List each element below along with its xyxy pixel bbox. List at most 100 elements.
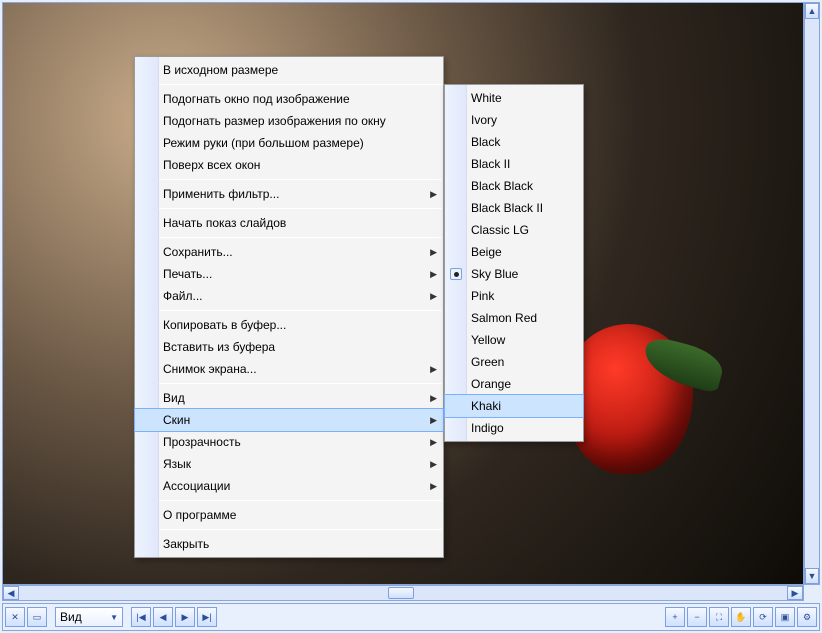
menu-item-label: Применить фильтр... xyxy=(163,187,279,201)
menu-item[interactable]: Скин▶ xyxy=(135,409,443,431)
skin-option[interactable]: White xyxy=(445,87,583,109)
hscroll-thumb[interactable] xyxy=(388,587,414,599)
menu-separator xyxy=(136,383,442,384)
next-button[interactable]: ▶ xyxy=(175,607,195,627)
skin-option-label: Yellow xyxy=(471,333,505,347)
skin-option[interactable]: Green xyxy=(445,351,583,373)
menu-item-label: Начать показ слайдов xyxy=(163,216,286,230)
window-button[interactable]: ▭ xyxy=(27,607,47,627)
skin-option[interactable]: Beige xyxy=(445,241,583,263)
menu-separator xyxy=(136,237,442,238)
menu-item[interactable]: Снимок экрана...▶ xyxy=(135,358,443,380)
menu-item[interactable]: Поверх всех окон xyxy=(135,154,443,176)
skin-option-label: Salmon Red xyxy=(471,311,537,325)
skin-option-label: Khaki xyxy=(471,399,501,413)
skin-option-label: Classic LG xyxy=(471,223,529,237)
settings-button[interactable]: ⚙ xyxy=(797,607,817,627)
zoom-out-button[interactable]: − xyxy=(687,607,707,627)
menu-item[interactable]: О программе xyxy=(135,504,443,526)
menu-item-label: Сохранить... xyxy=(163,245,233,259)
skin-submenu[interactable]: WhiteIvory Black Black II Black Black Black … xyxy=(444,84,584,442)
menu-item[interactable]: Вид ▶ xyxy=(135,387,443,409)
rotate-button[interactable]: ⟳ xyxy=(753,607,773,627)
last-button[interactable]: ▶| xyxy=(197,607,217,627)
menu-separator xyxy=(136,529,442,530)
menu-item-label: Закрыть xyxy=(163,537,209,551)
submenu-arrow-icon: ▶ xyxy=(430,291,437,302)
horizontal-scrollbar[interactable]: ◀ ▶ xyxy=(2,585,804,601)
skin-option-label: Black Black II xyxy=(471,201,543,215)
submenu-arrow-icon: ▶ xyxy=(430,247,437,258)
skin-option[interactable]: Black xyxy=(445,131,583,153)
menu-item-label: Вид xyxy=(163,391,185,405)
menu-item[interactable]: Сохранить... ▶ xyxy=(135,241,443,263)
skin-option[interactable]: Black Black II xyxy=(445,197,583,219)
radio-selected-icon xyxy=(450,268,462,280)
hscroll-track[interactable] xyxy=(19,586,787,600)
menu-item[interactable]: Ассоциации ▶ xyxy=(135,475,443,497)
menu-item-label: Подогнать окно под изображение xyxy=(163,92,350,106)
skin-option[interactable]: Ivory xyxy=(445,109,583,131)
bottom-toolbar: ✕ ▭ Вид ▼ |◀ ◀ ▶ ▶| + − ⛶ ✋ ⟳ ▣ ⚙ xyxy=(2,603,820,631)
submenu-arrow-icon: ▶ xyxy=(430,481,437,492)
context-menu[interactable]: В исходном размере Подогнать окно под изо… xyxy=(134,56,444,558)
hand-button[interactable]: ✋ xyxy=(731,607,751,627)
menu-item-label: Язык xyxy=(163,457,191,471)
skin-option[interactable]: Salmon Red xyxy=(445,307,583,329)
skin-option-label: Black Black xyxy=(471,179,533,193)
vertical-scrollbar[interactable]: ▲ ▼ xyxy=(804,2,820,585)
menu-item[interactable]: Печать...▶ xyxy=(135,263,443,285)
menu-item-label: Копировать в буфер... xyxy=(163,318,286,332)
menu-item-label: Поверх всех окон xyxy=(163,158,260,172)
menu-item[interactable]: Язык ▶ xyxy=(135,453,443,475)
skin-option[interactable]: Khaki xyxy=(445,395,583,417)
skin-option[interactable]: Sky Blue xyxy=(445,263,583,285)
scroll-down-button[interactable]: ▼ xyxy=(805,568,819,584)
zoom-in-button[interactable]: + xyxy=(665,607,685,627)
menu-item[interactable]: Подогнать размер изображения по окну xyxy=(135,110,443,132)
first-button[interactable]: |◀ xyxy=(131,607,151,627)
submenu-arrow-icon: ▶ xyxy=(430,393,437,404)
skin-option-label: Black xyxy=(471,135,500,149)
vscroll-track[interactable] xyxy=(805,19,819,568)
menu-item[interactable]: Прозрачность▶ xyxy=(135,431,443,453)
mode-dropdown[interactable]: Вид ▼ xyxy=(55,607,123,627)
scroll-left-button[interactable]: ◀ xyxy=(3,586,19,600)
skin-option[interactable]: Yellow xyxy=(445,329,583,351)
menu-item-label: В исходном размере xyxy=(163,63,278,77)
skin-option-label: Beige xyxy=(471,245,502,259)
prev-button[interactable]: ◀ xyxy=(153,607,173,627)
menu-item-label: Печать... xyxy=(163,267,212,281)
skin-option[interactable]: Indigo xyxy=(445,417,583,439)
menu-item[interactable]: Применить фильтр...▶ xyxy=(135,183,443,205)
mode-label: Вид xyxy=(60,610,82,624)
menu-item-label: Ассоциации xyxy=(163,479,230,493)
menu-item[interactable]: Файл...▶ xyxy=(135,285,443,307)
submenu-arrow-icon: ▶ xyxy=(430,459,437,470)
close-button[interactable]: ✕ xyxy=(5,607,25,627)
scroll-right-button[interactable]: ▶ xyxy=(787,586,803,600)
skin-option-label: Sky Blue xyxy=(471,267,518,281)
menu-item[interactable]: Режим руки (при большом размере) xyxy=(135,132,443,154)
menu-item[interactable]: Закрыть xyxy=(135,533,443,555)
skin-option[interactable]: Orange xyxy=(445,373,583,395)
menu-item[interactable]: Подогнать окно под изображение xyxy=(135,88,443,110)
menu-separator xyxy=(136,179,442,180)
menu-item[interactable]: В исходном размере xyxy=(135,59,443,81)
skin-option[interactable]: Classic LG xyxy=(445,219,583,241)
skin-option[interactable]: Black II xyxy=(445,153,583,175)
menu-separator xyxy=(136,500,442,501)
skin-option[interactable]: Pink xyxy=(445,285,583,307)
scroll-up-button[interactable]: ▲ xyxy=(805,3,819,19)
menu-item[interactable]: Начать показ слайдов xyxy=(135,212,443,234)
skin-option-label: Pink xyxy=(471,289,494,303)
skin-option[interactable]: Black Black xyxy=(445,175,583,197)
skin-option-label: Indigo xyxy=(471,421,504,435)
menu-item-label: Скин xyxy=(163,413,190,427)
fullscreen-button[interactable]: ▣ xyxy=(775,607,795,627)
menu-item[interactable]: Вставить из буфера xyxy=(135,336,443,358)
fit-button[interactable]: ⛶ xyxy=(709,607,729,627)
skin-option-label: Orange xyxy=(471,377,511,391)
menu-item[interactable]: Копировать в буфер... xyxy=(135,314,443,336)
skin-option-label: Green xyxy=(471,355,504,369)
